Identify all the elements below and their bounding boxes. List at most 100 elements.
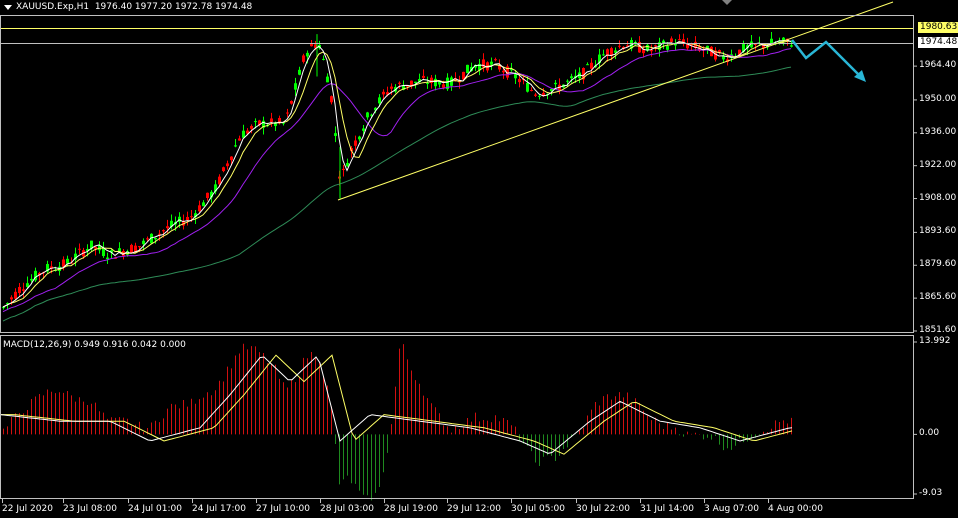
candle-body — [18, 286, 21, 293]
time-tick-label: 22 Jul 2020 — [2, 504, 53, 514]
price-tick-label: 1964.40 — [919, 60, 957, 71]
candle-body — [222, 167, 225, 172]
time-tick-label: 30 Jul 22:00 — [576, 504, 630, 514]
candle-body — [22, 289, 25, 291]
time-tick-label: 3 Aug 07:00 — [704, 504, 759, 514]
candle-body — [238, 138, 241, 141]
ma-green-line — [2, 66, 792, 322]
time-tick-label: 23 Jul 08:00 — [63, 504, 117, 514]
macd-tick-label: 13.992 — [919, 336, 951, 346]
price-tick-label: 1922.00 — [919, 159, 957, 170]
current-price-badge: 1974.48 — [918, 37, 958, 48]
candle-body — [290, 100, 293, 104]
candle-body — [198, 205, 201, 212]
candle-body — [154, 237, 157, 240]
candle-body — [554, 82, 557, 85]
candle-body — [618, 45, 621, 47]
candle-body — [102, 248, 105, 257]
candle-body — [234, 145, 237, 147]
candle-body — [490, 61, 493, 65]
candle-body — [586, 64, 589, 66]
time-tick-label: 24 Jul 01:00 — [128, 504, 182, 514]
time-tick-label: 4 Aug 00:00 — [768, 504, 823, 514]
candle-body — [94, 246, 97, 249]
ohlc-values: 1976.40 1977.20 1972.78 1974.48 — [94, 2, 253, 12]
candle-body — [226, 163, 229, 167]
candle-body — [534, 94, 537, 96]
candle-body — [378, 97, 381, 104]
macd-pane[interactable] — [0, 343, 793, 501]
candle-body — [426, 83, 429, 85]
candle-body — [650, 50, 653, 52]
candle-body — [790, 45, 793, 47]
candle-body — [422, 75, 425, 78]
candle-body — [146, 238, 149, 240]
candle-body — [570, 76, 573, 79]
time-tick-label: 30 Jul 05:00 — [511, 504, 565, 514]
chart-shift-marker-icon[interactable] — [722, 0, 732, 5]
candle-body — [654, 45, 657, 47]
candle-body — [178, 216, 181, 222]
candle-body — [678, 39, 681, 41]
uptrend-line — [337, 1, 894, 201]
candle-body — [434, 78, 437, 87]
candle-body — [186, 216, 189, 221]
candle-body — [106, 257, 109, 260]
candle-body — [166, 226, 169, 229]
candle-body — [642, 49, 645, 54]
macd-pane-border — [0, 335, 914, 499]
candle-body — [10, 297, 13, 300]
candle-body — [526, 82, 529, 92]
candle-body — [270, 118, 273, 123]
candle-body — [294, 83, 297, 90]
candle-body — [330, 96, 333, 103]
candle-body — [306, 52, 309, 57]
price-tick-label: 1879.60 — [919, 259, 957, 270]
candle-body — [230, 156, 233, 161]
candle-body — [322, 58, 325, 60]
candle-body — [538, 95, 541, 97]
price-tick-label: 1865.60 — [919, 292, 957, 303]
candle-body — [354, 140, 357, 146]
candle-body — [202, 202, 205, 207]
forecast-arrow-path — [791, 39, 863, 79]
candle-body — [530, 89, 533, 91]
chart-canvas[interactable] — [0, 0, 958, 518]
price-pane-border — [0, 15, 914, 333]
candle-body — [398, 82, 401, 84]
candle-body — [66, 258, 69, 264]
time-tick-label: 28 Jul 03:00 — [320, 504, 374, 514]
candle-body — [302, 55, 305, 62]
candle-body — [366, 112, 369, 118]
price-pane[interactable] — [0, 1, 913, 322]
symbol-name: XAUUSD.Exp,H1 — [16, 2, 90, 12]
candle-body — [206, 192, 209, 199]
candle-body — [590, 62, 593, 69]
candle-body — [410, 80, 413, 86]
candle-body — [286, 112, 289, 114]
candle-body — [326, 76, 329, 83]
high-line-price-badge: 1980.63 — [918, 22, 958, 33]
candle-body — [670, 38, 673, 42]
candle-body — [362, 128, 365, 131]
time-tick-label: 29 Jul 12:00 — [447, 504, 501, 514]
candle-body — [14, 291, 17, 299]
candle-body — [442, 84, 445, 88]
candle-body — [162, 230, 165, 232]
candle-body — [310, 43, 313, 47]
price-tick-label: 1936.00 — [919, 126, 957, 137]
candle-body — [30, 278, 33, 281]
candle-body — [666, 46, 669, 50]
candle-body — [138, 246, 141, 248]
chevron-down-icon[interactable] — [4, 5, 12, 10]
candle-body — [514, 74, 517, 79]
candle-body — [190, 216, 193, 218]
candle-body — [566, 80, 569, 82]
price-tick-label: 1950.00 — [919, 93, 957, 104]
price-tick-label: 1908.00 — [919, 192, 957, 203]
candle-body — [390, 86, 393, 89]
candle-body — [278, 117, 281, 123]
candle-body — [358, 136, 361, 140]
candle-body — [334, 133, 337, 136]
time-tick-label: 24 Jul 17:00 — [192, 504, 246, 514]
